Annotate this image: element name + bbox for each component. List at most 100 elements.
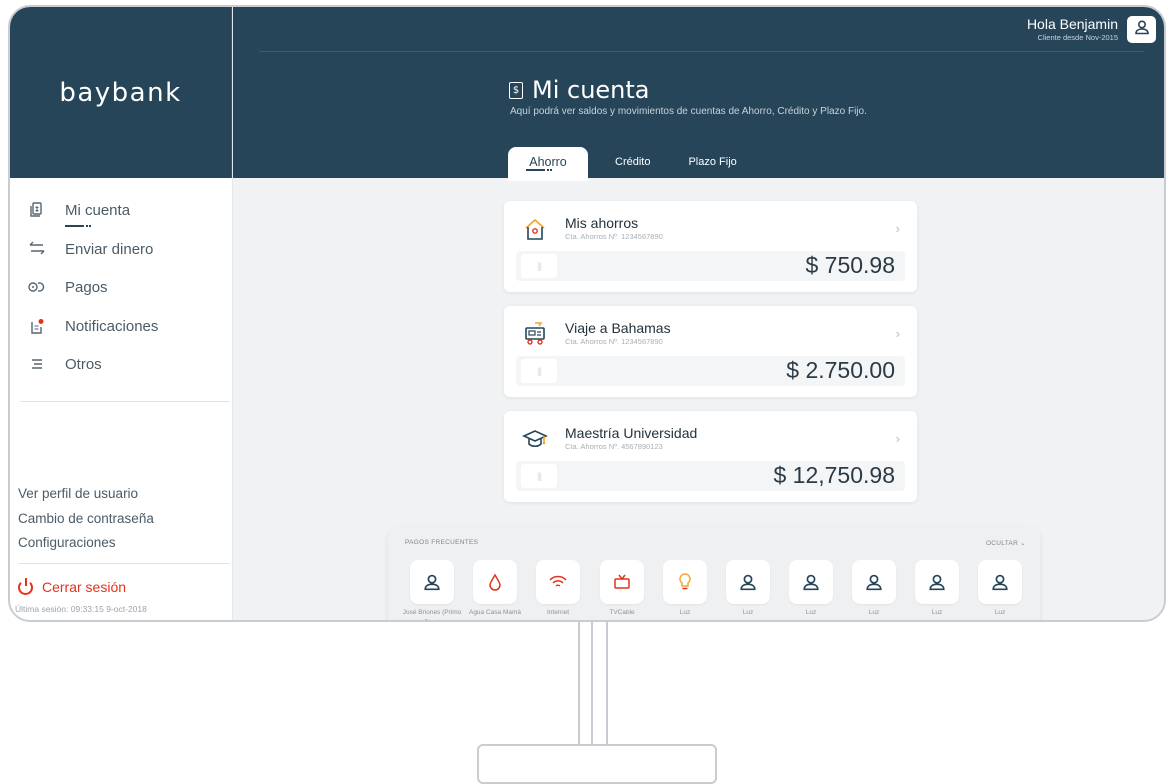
payment-shortcut[interactable]: Luz bbox=[851, 560, 897, 618]
account-card[interactable]: Maestría Universidad Cta. Ahorros Nº. 45… bbox=[504, 411, 917, 502]
sidebar-item-label: Notificaciones bbox=[65, 317, 159, 335]
divider bbox=[20, 400, 230, 402]
page-title: $ Mi cuenta bbox=[509, 76, 650, 104]
hide-label: OCULTAR bbox=[985, 540, 1019, 547]
account-card[interactable]: Mis ahorros Cta. Ahorros Nº. 1234567890 … bbox=[504, 201, 917, 292]
drag-handle-icon[interactable]: ||| bbox=[521, 359, 557, 383]
payment-label: Luz bbox=[805, 609, 817, 616]
person-icon bbox=[789, 560, 833, 604]
notifications-icon bbox=[27, 318, 47, 338]
lightbulb-icon bbox=[663, 560, 707, 604]
drag-handle-icon[interactable]: ||| bbox=[521, 254, 557, 278]
last-session-text: Última sesión: 09:33:15 9-oct-2018 bbox=[15, 604, 147, 614]
payment-label: Luz bbox=[868, 609, 880, 616]
account-number: Cta. Ahorros Nº. 1234567890 bbox=[565, 232, 663, 241]
profile-link[interactable]: Ver perfil de usuario bbox=[18, 484, 154, 509]
person-icon bbox=[852, 560, 896, 604]
account-balance: $ 2.750.00 bbox=[786, 357, 895, 383]
sidebar-item-label: Pagos bbox=[65, 279, 108, 296]
payment-label: Luz bbox=[742, 609, 754, 616]
payment-shortcut[interactable]: Luz bbox=[725, 560, 771, 618]
account-card[interactable]: Viaje a Bahamas Cta. Ahorros Nº. 1234567… bbox=[504, 306, 917, 397]
sidebar-item-label: Mi cuenta bbox=[65, 202, 131, 219]
sidebar-nav: Mi cuenta Enviar dinero Pagos Notificaci… bbox=[10, 178, 232, 402]
chevron-right-icon: › bbox=[895, 431, 900, 446]
balance-bar: ||| $ 12,750.98 bbox=[516, 461, 905, 491]
chevron-right-icon: › bbox=[895, 221, 900, 236]
sidebar-item-label: Enviar dinero bbox=[65, 240, 154, 258]
user-menu-button[interactable] bbox=[1127, 16, 1156, 43]
payment-shortcut[interactable]: Luz bbox=[662, 560, 708, 618]
payment-label: Agua Casa Mamá bbox=[468, 609, 522, 616]
account-tabs: Ahorro Crédito Plazo Fijo bbox=[508, 147, 756, 181]
tab-label: Plazo Fijo bbox=[688, 156, 737, 168]
active-indicator bbox=[65, 225, 93, 228]
logout-label: Cerrar sesión bbox=[42, 579, 127, 595]
account-balance: $ 750.98 bbox=[805, 252, 895, 278]
header-divider bbox=[259, 51, 1144, 52]
payment-label: José Briones (Primo Pipo) bbox=[402, 609, 462, 620]
frequent-payments-panel: PAGOS FRECUENTES OCULTAR ⌄ José Briones … bbox=[388, 527, 1040, 620]
sidebar-item-mi-cuenta[interactable]: Mi cuenta bbox=[10, 202, 232, 241]
tv-icon bbox=[600, 560, 644, 604]
chevron-right-icon: › bbox=[895, 326, 900, 341]
logout-button[interactable]: Cerrar sesión bbox=[18, 577, 127, 595]
wifi-icon bbox=[536, 560, 580, 604]
drag-handle-icon[interactable]: ||| bbox=[521, 464, 557, 488]
account-balance: $ 12,750.98 bbox=[773, 462, 895, 488]
user-name: Hola Benjamin bbox=[1026, 16, 1118, 32]
tab-ahorro[interactable]: Ahorro bbox=[508, 147, 588, 181]
person-icon bbox=[915, 560, 959, 604]
monitor-screen: baybank Mi cuenta Enviar dinero Pagos No… bbox=[8, 5, 1166, 622]
page-subtitle: Aquí podrá ver saldos y movimientos de c… bbox=[510, 106, 867, 117]
user-greeting: Hola Benjamin Cliente desde Nov-2015 bbox=[1027, 16, 1118, 42]
travel-cart-icon bbox=[522, 321, 548, 347]
account-icon: $ bbox=[509, 81, 523, 99]
chevron-down-icon: ⌄ bbox=[1020, 540, 1026, 547]
payment-shortcut[interactable]: José Briones (Primo Pipo) bbox=[403, 560, 461, 620]
sidebar-item-otros[interactable]: Otros bbox=[10, 356, 232, 395]
payment-shortcut[interactable]: Internet bbox=[535, 560, 581, 618]
payment-shortcut[interactable]: Luz bbox=[788, 560, 834, 618]
balance-bar: ||| $ 2.750.00 bbox=[516, 356, 905, 386]
power-icon bbox=[18, 577, 33, 595]
person-icon bbox=[726, 560, 770, 604]
water-drop-icon bbox=[473, 560, 517, 604]
payment-shortcut[interactable]: Luz bbox=[914, 560, 960, 618]
person-icon bbox=[410, 560, 454, 604]
person-icon bbox=[978, 560, 1022, 604]
house-icon bbox=[522, 216, 548, 242]
tab-credito[interactable]: Crédito bbox=[596, 147, 669, 181]
payment-shortcut[interactable]: TVCable bbox=[599, 560, 645, 618]
brand-logo[interactable]: baybank bbox=[10, 7, 232, 178]
frequent-payments-title: PAGOS FRECUENTES bbox=[405, 539, 479, 546]
tab-label: Crédito bbox=[615, 156, 651, 168]
sidebar-item-pagos[interactable]: Pagos bbox=[10, 279, 232, 318]
account-icon bbox=[27, 202, 47, 222]
account-name: Viaje a Bahamas bbox=[565, 320, 671, 336]
sidebar: baybank Mi cuenta Enviar dinero Pagos No… bbox=[10, 7, 233, 620]
payment-shortcut[interactable]: Agua Casa Mamá bbox=[469, 560, 521, 618]
payment-shortcut[interactable]: Luz bbox=[977, 560, 1023, 618]
account-links: Ver perfil de usuario Cambio de contrase… bbox=[18, 484, 154, 558]
change-password-link[interactable]: Cambio de contraseña bbox=[18, 509, 154, 534]
page-header: Hola Benjamin Cliente desde Nov-2015 $ M… bbox=[233, 7, 1164, 181]
tab-plazo-fijo[interactable]: Plazo Fijo bbox=[669, 147, 755, 181]
client-since: Cliente desde Nov-2015 bbox=[1037, 33, 1118, 42]
sidebar-item-notificaciones[interactable]: Notificaciones bbox=[10, 318, 232, 357]
balance-bar: ||| $ 750.98 bbox=[516, 251, 905, 281]
account-number: Cta. Ahorros Nº. 1234567890 bbox=[565, 337, 663, 346]
brand-name: baybank bbox=[59, 77, 182, 108]
account-name: Maestría Universidad bbox=[565, 425, 698, 441]
page-title-text: Mi cuenta bbox=[532, 76, 650, 104]
user-icon bbox=[1134, 19, 1150, 40]
account-name: Mis ahorros bbox=[565, 215, 639, 231]
sidebar-item-label: Otros bbox=[65, 356, 102, 373]
transfer-icon bbox=[27, 241, 47, 259]
hide-button[interactable]: OCULTAR ⌄ bbox=[986, 539, 1026, 547]
divider bbox=[18, 563, 230, 564]
sidebar-item-enviar-dinero[interactable]: Enviar dinero bbox=[10, 241, 232, 280]
monitor-stand-base bbox=[477, 744, 717, 784]
payment-label: Luz bbox=[679, 609, 691, 616]
settings-link[interactable]: Configuraciones bbox=[18, 533, 154, 558]
